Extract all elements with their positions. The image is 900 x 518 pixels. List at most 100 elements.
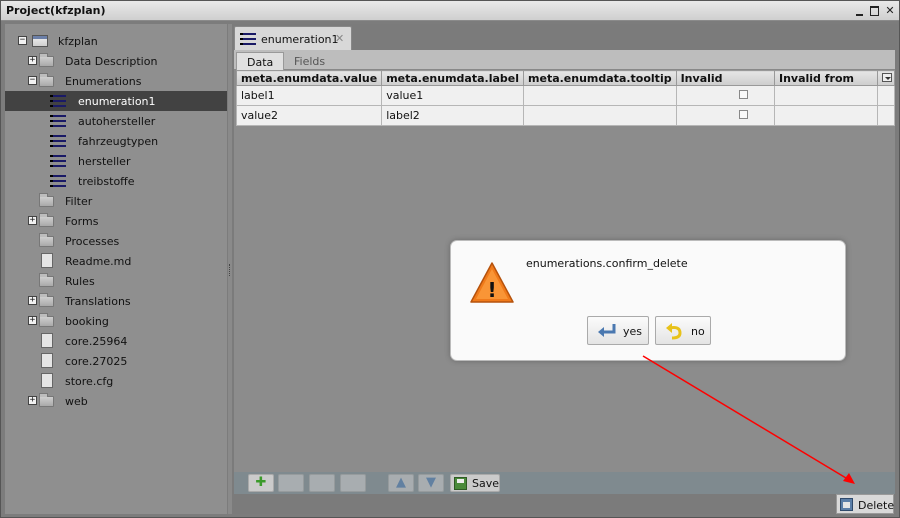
move-up-button[interactable]: ▲: [388, 474, 414, 492]
minimize-icon[interactable]: [854, 5, 866, 17]
expand-icon[interactable]: +: [28, 56, 37, 65]
tree-item-rules[interactable]: Rules: [5, 271, 227, 291]
tree-item-processes[interactable]: Processes: [5, 231, 227, 251]
cell-label[interactable]: label2: [381, 105, 525, 126]
collapse-icon[interactable]: −: [28, 76, 37, 85]
copy-row-button[interactable]: [278, 474, 304, 492]
tree-item-label: core.27025: [65, 355, 128, 368]
tab-data[interactable]: Data: [236, 52, 285, 70]
cell-filler: [876, 85, 896, 106]
tree-item-label: Readme.md: [65, 255, 132, 268]
cell-invalid-from[interactable]: [773, 85, 878, 106]
folder-icon: [39, 273, 54, 287]
folder-icon: [39, 233, 54, 247]
tree-item-autohersteller[interactable]: autohersteller: [5, 111, 227, 131]
table-row[interactable]: value2 label2: [235, 105, 896, 126]
edit-row-button[interactable]: [309, 474, 335, 492]
tree-item-fahrzeugtypen[interactable]: fahrzeugtypen: [5, 131, 227, 151]
tree-item-enumerations[interactable]: − Enumerations: [5, 71, 227, 91]
list-icon: [50, 93, 66, 109]
tree-item-label: store.cfg: [65, 375, 114, 388]
tree-item-label: Data Description: [65, 55, 158, 68]
column-header-tooltip[interactable]: meta.enumdata.tooltip: [523, 70, 677, 86]
tree-item-core-25964[interactable]: core.25964: [5, 331, 227, 351]
tree-item-booking[interactable]: + booking: [5, 311, 227, 331]
collapse-icon[interactable]: −: [18, 36, 27, 45]
tree-item-label: Processes: [65, 235, 120, 248]
list-icon: [240, 31, 256, 47]
delete-icon: [840, 498, 853, 511]
cell-value[interactable]: value2: [235, 105, 383, 126]
tree-item-readme-md[interactable]: Readme.md: [5, 251, 227, 271]
invalid-checkbox[interactable]: [738, 90, 748, 99]
tab-label: enumeration1: [261, 33, 339, 46]
expand-icon[interactable]: +: [28, 396, 37, 405]
tree-item-enumeration1[interactable]: enumeration1: [5, 91, 227, 111]
tree-item-label: Enumerations: [65, 75, 142, 88]
column-menu-icon: [881, 72, 892, 82]
warning-icon: !: [470, 262, 514, 303]
file-icon: [41, 373, 53, 388]
tree-item-web[interactable]: + web: [5, 391, 227, 411]
tree-item-store-cfg[interactable]: store.cfg: [5, 371, 227, 391]
column-menu-button[interactable]: [876, 70, 896, 86]
project-tree[interactable]: − kfzplan + Data Description − Enumerations en…: [5, 24, 227, 514]
cell-invalid-from[interactable]: [773, 105, 878, 126]
save-icon: [454, 477, 467, 490]
delete-label: Delete: [858, 499, 895, 512]
save-button[interactable]: Save: [450, 474, 500, 492]
no-label: no: [691, 325, 705, 338]
folder-icon: [39, 193, 54, 207]
column-header-invalid-from[interactable]: Invalid from: [773, 70, 878, 86]
no-button[interactable]: no: [655, 316, 711, 345]
table-row[interactable]: label1 value1: [235, 85, 896, 106]
list-icon: [50, 153, 66, 169]
tree-item-kfzplan[interactable]: − kfzplan: [5, 31, 227, 51]
tree-item-translations[interactable]: + Translations: [5, 291, 227, 311]
cell-label[interactable]: value1: [381, 85, 525, 106]
confirm-delete-dialog: ! enumerations.confirm_delete yes no: [450, 240, 846, 361]
close-icon[interactable]: ✕: [884, 5, 896, 17]
tree-item-data-description[interactable]: + Data Description: [5, 51, 227, 71]
delete-row-button[interactable]: [340, 474, 366, 492]
maximize-icon[interactable]: [869, 5, 881, 17]
window-titlebar[interactable]: Project(kfzplan) ✕: [1, 1, 899, 21]
delete-button[interactable]: Delete: [836, 494, 894, 514]
tree-item-label: Rules: [65, 275, 95, 288]
tab-close-icon[interactable]: ✕: [335, 32, 344, 45]
tree-item-forms[interactable]: + Forms: [5, 211, 227, 231]
cell-invalid[interactable]: [675, 105, 775, 126]
tree-item-treibstoffe[interactable]: treibstoffe: [5, 171, 227, 191]
tree-item-hersteller[interactable]: hersteller: [5, 151, 227, 171]
plus-icon: ✚: [255, 475, 267, 490]
folder-icon: [39, 213, 54, 227]
tree-item-core-27025[interactable]: core.27025: [5, 351, 227, 371]
tree-item-label: booking: [65, 315, 109, 328]
cell-tooltip[interactable]: [523, 85, 677, 106]
tree-item-label: autohersteller: [78, 115, 156, 128]
tree-item-label: treibstoffe: [78, 175, 135, 188]
expand-icon[interactable]: +: [28, 216, 37, 225]
tree-item-filter[interactable]: Filter: [5, 191, 227, 211]
column-header-label[interactable]: meta.enumdata.label: [381, 70, 525, 86]
expand-icon[interactable]: +: [28, 316, 37, 325]
move-down-button[interactable]: ▼: [418, 474, 444, 492]
tree-item-label: enumeration1: [78, 95, 156, 108]
cell-value[interactable]: label1: [235, 85, 383, 106]
invalid-checkbox[interactable]: [738, 110, 748, 119]
tab-enumeration1[interactable]: enumeration1 ✕: [234, 26, 352, 50]
tab-fields[interactable]: Fields: [284, 52, 335, 70]
column-header-invalid[interactable]: Invalid: [675, 70, 775, 86]
editor-status-bar: Delete: [234, 494, 895, 514]
tree-item-label: Filter: [65, 195, 93, 208]
cell-tooltip[interactable]: [523, 105, 677, 126]
enter-arrow-icon: [598, 324, 616, 337]
yes-button[interactable]: yes: [587, 316, 649, 345]
column-header-value[interactable]: meta.enumdata.value: [235, 70, 383, 86]
cell-invalid[interactable]: [675, 85, 775, 106]
file-icon: [41, 253, 53, 268]
warning-glyph: !: [487, 278, 496, 302]
add-row-button[interactable]: ✚: [248, 474, 274, 492]
folder-icon: [39, 313, 54, 327]
expand-icon[interactable]: +: [28, 296, 37, 305]
